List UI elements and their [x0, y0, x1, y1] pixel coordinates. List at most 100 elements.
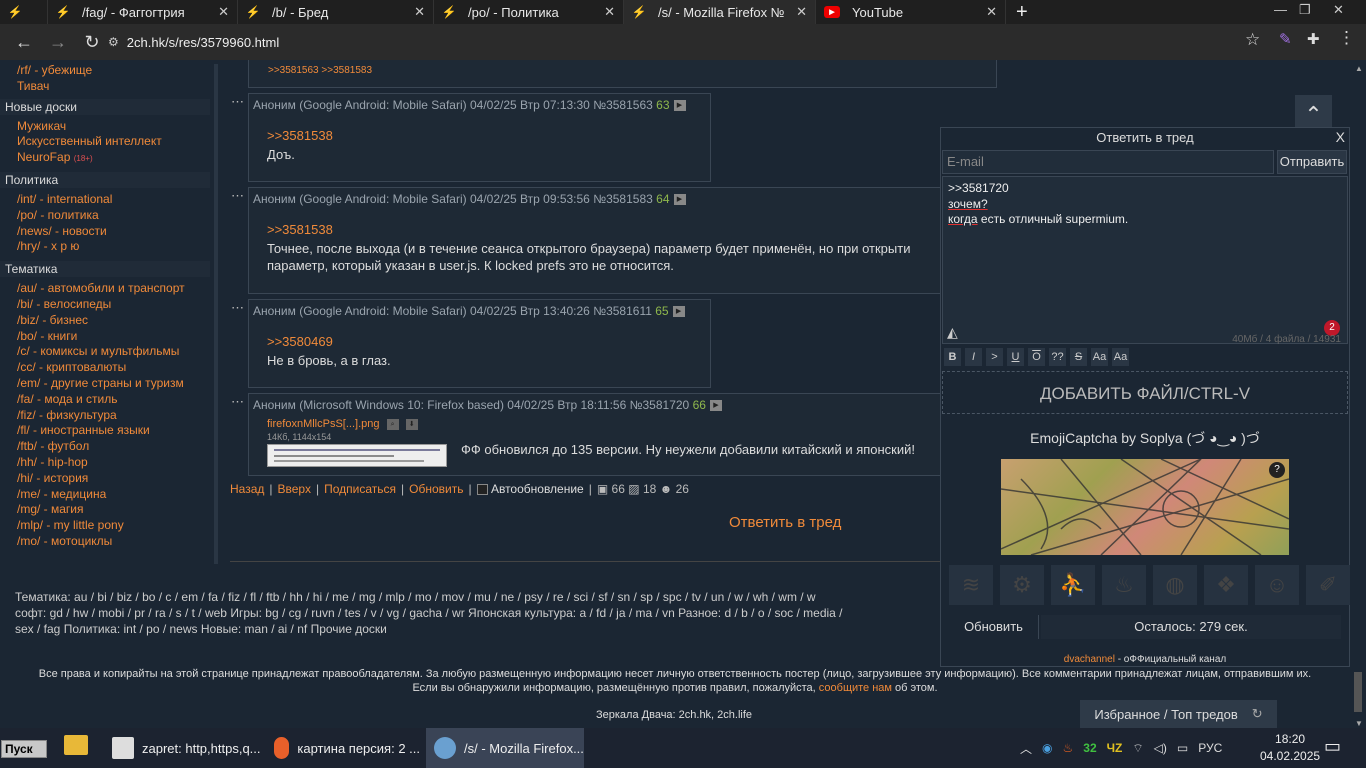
boards-line[interactable]: sex / fag Политика: int / po / news Новы… — [15, 621, 965, 637]
sidebar-item[interactable]: Мужикач — [0, 119, 210, 135]
underline-button[interactable]: U — [1007, 348, 1024, 366]
bold-button[interactable]: B — [944, 348, 961, 366]
strike-button[interactable]: S — [1070, 348, 1087, 366]
reply-thread-link[interactable]: Ответить в тред — [729, 514, 841, 531]
subscribe-link[interactable]: Подписаться — [324, 482, 396, 496]
ball-icon[interactable]: ◍ — [1153, 565, 1197, 605]
sidebar-item[interactable]: /fa/ - мода и стиль — [0, 392, 210, 408]
sidebar-item[interactable]: /bo/ - книги — [0, 329, 210, 345]
close-panel-button[interactable]: X — [1336, 129, 1345, 145]
close-icon[interactable]: ✕ — [414, 4, 425, 20]
menu-icon[interactable]: ⋮ — [1338, 28, 1355, 48]
battery-icon[interactable]: ▭ — [1177, 741, 1188, 755]
sidebar-item[interactable]: /hi/ - история — [0, 471, 210, 487]
eye-icon[interactable]: ◉ — [1042, 741, 1052, 755]
attachment-thumbnail[interactable] — [267, 444, 447, 467]
bookmark-star-icon[interactable]: ☆ — [1245, 30, 1260, 50]
italic-button[interactable]: I — [965, 348, 982, 366]
message-textarea[interactable]: >>3581720 зочем? когда есть отличный sup… — [942, 176, 1348, 345]
start-button[interactable]: Пуск — [1, 740, 47, 758]
post-menu-icon[interactable]: ⋯ — [231, 394, 244, 410]
top-link[interactable]: Вверх — [278, 482, 311, 496]
tab-b[interactable]: ⚡ /b/ - Бред ✕ — [238, 0, 434, 24]
close-icon[interactable]: ✕ — [604, 4, 615, 20]
download-icon[interactable]: ⬇ — [405, 418, 418, 430]
post-number[interactable]: №3581611 — [593, 304, 652, 318]
email-field[interactable]: E-mail — [942, 150, 1274, 174]
page-scrollbar[interactable]: ▲ ▼ — [1352, 62, 1364, 730]
subscript-button[interactable]: Aa — [1112, 348, 1129, 366]
sidebar-item[interactable]: /fl/ - иностранные языки — [0, 423, 210, 439]
reload-icon[interactable]: ↻ — [82, 32, 102, 53]
sidebar-item[interactable]: Тивач — [0, 79, 210, 95]
search-image-icon[interactable]: ⌕ — [386, 418, 399, 430]
sidebar-item[interactable]: /mg/ - магия — [0, 502, 210, 518]
tray-number[interactable]: ЧZ — [1107, 741, 1123, 755]
sidebar-item[interactable]: /mlp/ - my little pony — [0, 518, 210, 534]
new-tab-button[interactable]: + — [1016, 1, 1028, 24]
extensions-icon[interactable]: ✚ — [1307, 30, 1320, 48]
post-menu-icon[interactable]: ⋯ — [231, 188, 244, 204]
notifications-icon[interactable]: ▭ — [1324, 736, 1341, 757]
play-icon[interactable]: ▶ — [709, 400, 722, 412]
sidebar-item[interactable]: /mo/ - мотоциклы — [0, 534, 210, 550]
tab-youtube[interactable]: ▶ YouTube ✕ — [816, 0, 1006, 24]
anon-icon[interactable]: ◭ — [947, 324, 958, 341]
sidebar-item[interactable]: /rf/ - убежище — [0, 63, 210, 79]
restore-button[interactable]: ❐ — [1299, 2, 1311, 18]
sidebar-item[interactable]: /c/ - комиксы и мультфильмы — [0, 344, 210, 360]
motorcycle-icon[interactable]: ⚙ — [1000, 565, 1044, 605]
address-bar[interactable]: ⚙ 2ch.hk/s/res/3579960.html — [108, 30, 1228, 54]
reply-link[interactable]: >>3581538 — [267, 222, 333, 237]
back-link[interactable]: Назад — [230, 482, 264, 496]
spoiler-button[interactable]: ?? — [1049, 348, 1066, 366]
play-icon[interactable]: ▶ — [673, 194, 686, 206]
site-settings-icon[interactable]: ⚙ — [108, 35, 119, 49]
send-button[interactable]: Отправить — [1277, 150, 1347, 174]
taskbar-item-zapret[interactable]: zapret: http,https,q... — [106, 728, 262, 768]
play-icon[interactable]: ▶ — [672, 306, 685, 318]
taskbar-item-firefox[interactable]: /s/ - Mozilla Firefox... — [426, 728, 584, 768]
wifi-icon[interactable]: ≋ — [949, 565, 993, 605]
channel-link[interactable]: dvachannel — [1064, 654, 1115, 665]
post-number[interactable]: №3581563 — [593, 98, 653, 112]
forward-arrow-icon[interactable]: → — [48, 32, 68, 53]
volume-icon[interactable]: ◁) — [1154, 741, 1167, 755]
chevron-up-icon[interactable]: ︿ — [1020, 740, 1032, 757]
language-indicator[interactable]: РУС — [1198, 741, 1222, 755]
sidebar-item[interactable]: /cc/ - криптовалюты — [0, 360, 210, 376]
clock[interactable]: 18:20 04.02.2025 — [1260, 731, 1320, 765]
close-icon[interactable]: ✕ — [218, 4, 229, 20]
overline-button[interactable]: O — [1028, 348, 1045, 366]
post-number[interactable]: №3581720 — [630, 398, 690, 412]
attachment-filename[interactable]: firefoxnMllcPsS[...].png — [267, 418, 380, 430]
tab-pinned[interactable]: ⚡ — [0, 0, 48, 24]
folder-icon[interactable] — [64, 735, 88, 755]
minimize-button[interactable]: — — [1274, 2, 1287, 17]
sidebar-item[interactable]: /int/ - international — [0, 192, 210, 208]
person-icon[interactable]: ☺ — [1255, 565, 1299, 605]
boards-line[interactable]: Тематика: au / bi / biz / bo / c / em / … — [15, 589, 965, 605]
sidebar-item[interactable]: /em/ - другие страны и туризм — [0, 376, 210, 392]
reply-link[interactable]: >>3580469 — [267, 334, 333, 349]
sidebar-item[interactable]: NeuroFap (18+) — [0, 150, 210, 166]
url-text[interactable]: 2ch.hk/s/res/3579960.html — [127, 35, 279, 50]
close-window-button[interactable]: ✕ — [1333, 2, 1344, 18]
play-icon[interactable]: ▶ — [673, 100, 686, 112]
reply-link[interactable]: >>3581538 — [267, 128, 333, 143]
sidebar-item[interactable]: /po/ - политика — [0, 208, 210, 224]
back-arrow-icon[interactable]: ← — [14, 32, 34, 53]
superscript-button[interactable]: Aa — [1091, 348, 1108, 366]
sidebar-item[interactable]: /hry/ - х р ю — [0, 239, 210, 255]
captcha-help-icon[interactable]: ? — [1269, 462, 1285, 478]
feather-icon[interactable]: ✎ — [1279, 30, 1292, 48]
reply-links[interactable]: >>3581563 >>3581583 — [268, 65, 372, 76]
captcha-refresh-button[interactable]: Обновить — [949, 615, 1039, 639]
sidebar-item[interactable]: /biz/ - бизнес — [0, 313, 210, 329]
favorites-button[interactable]: Избранное / Топ тредов ↻ — [1080, 700, 1277, 728]
sidebar-item[interactable]: /hh/ - hip-hop — [0, 455, 210, 471]
sidebar-item[interactable]: /au/ - автомобили и транспорт — [0, 281, 210, 297]
close-icon[interactable]: ✕ — [796, 4, 807, 20]
brush-icon[interactable]: ✐ — [1306, 565, 1350, 605]
report-link[interactable]: сообщите нам — [819, 682, 892, 694]
